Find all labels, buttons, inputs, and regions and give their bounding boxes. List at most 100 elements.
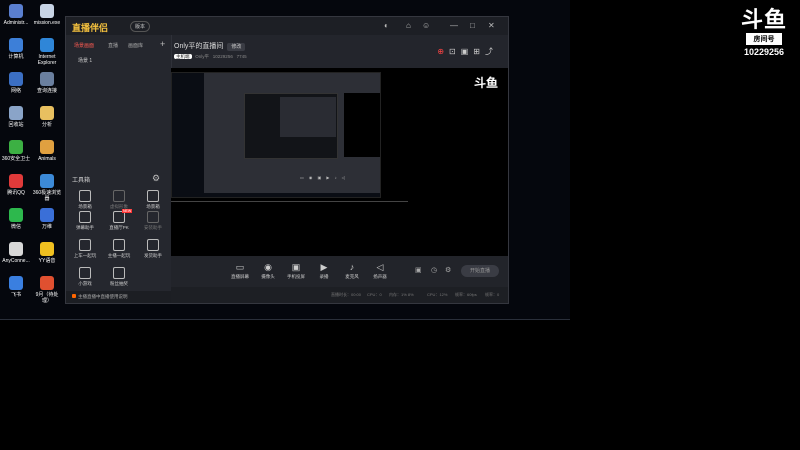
tool-item[interactable]: 主播一起玩 (102, 239, 136, 259)
desktop-icon-label: 360安全卫士 (1, 156, 31, 162)
toolbar-button[interactable]: ♪ 麦克风 (339, 262, 365, 280)
header-icons: ⊕⊡▣⊞⤴ (437, 46, 498, 57)
toolbar-button[interactable]: ◉ 摄像头 (255, 262, 281, 280)
desktop-icon[interactable]: 9月（待处理） (32, 276, 62, 304)
edit-title-button[interactable]: 修改 (227, 43, 246, 51)
desktop-icon[interactable]: Administr... (1, 4, 31, 26)
app-icon (9, 140, 23, 154)
category-badge[interactable]: 主机端 (174, 54, 192, 59)
desktop-icon-label: 查询连接 (36, 88, 57, 94)
toolbar-label: 麦克风 (345, 274, 359, 279)
tool-label: 直播厅PK (109, 225, 129, 230)
add-scene-button[interactable]: + (160, 39, 165, 49)
tool-icon (113, 190, 125, 202)
desktop-icon[interactable]: 回收站 (1, 106, 31, 128)
theme-icon[interactable]: ◐ (384, 21, 389, 31)
app-icon (40, 4, 54, 18)
tool-icon (79, 267, 91, 279)
status-duration: 直播时长：00:00 (331, 292, 362, 297)
app-icon (40, 208, 54, 222)
desktop-icon-label: YY语音 (38, 258, 56, 264)
app-icon (40, 140, 54, 154)
start-live-button[interactable]: 开始直播 (461, 265, 499, 277)
room-number: 10229256 (743, 47, 785, 57)
tool-item[interactable]: 安装助手 (136, 211, 170, 231)
desktop-icon[interactable]: 分析 (32, 106, 62, 128)
tool-item[interactable]: 粉丝抽奖 (102, 267, 136, 287)
notice-text: 主播直播中直播使用说明 (78, 294, 128, 299)
desktop-icon-label: AnyConne... (2, 258, 30, 264)
scene-item[interactable]: 场景 1 (78, 57, 92, 64)
user-icon[interactable]: ☺ (422, 21, 430, 31)
desktop-icon-label: 万维 (41, 224, 52, 230)
desktop-icon[interactable]: AnyConne... (1, 242, 31, 264)
toolbar-button[interactable]: ▭ 直播屏幕 (227, 262, 253, 280)
status-cpu: CPU：0 (367, 292, 382, 297)
settings-icon[interactable]: ⚙ (445, 266, 451, 274)
tool-icon (79, 211, 91, 223)
app-icon (40, 174, 54, 188)
status-fps: 帧率：60fps (455, 292, 477, 297)
desktop-icon-label: 360极速浏览器 (32, 190, 62, 202)
version-tag[interactable]: 版本 (130, 21, 151, 32)
app-brand: 直播伴侣 (72, 23, 109, 33)
home-icon[interactable]: ⌂ (406, 21, 411, 31)
desktop-icon-label: 计算机 (8, 54, 24, 60)
camera-toggle-icon[interactable]: ▣ (415, 266, 422, 274)
maximize-button[interactable]: □ (470, 21, 475, 31)
desktop-icon[interactable]: 360安全卫士 (1, 140, 31, 162)
status-bar: 直播时长：00:00 CPU：0 内存：1% 8% CPU：12% 帧率：60f… (171, 287, 508, 303)
desktop-icon-label: mission.exe (33, 20, 61, 26)
desktop-icon[interactable]: 网络 (1, 72, 31, 94)
tool-item[interactable]: 小游戏 (68, 267, 102, 287)
stream-preview[interactable]: 斗鱼 ▭ ◉ ▣ ▶ ♪ ◁ (171, 68, 508, 256)
toolbar-button[interactable]: ◁ 扬声器 (367, 262, 393, 280)
desktop-icon[interactable]: 360极速浏览器 (32, 174, 62, 202)
tool-item[interactable]: NEW 直播厅PK (102, 209, 136, 231)
toolbar-label: 手机投屏 (287, 274, 305, 279)
tool-icon (147, 239, 159, 251)
desktop-icon[interactable]: Internet Explorer (32, 38, 62, 66)
tool-item[interactable]: 虚拟形象 (102, 190, 136, 210)
tab-library[interactable]: 画面库 (128, 42, 143, 49)
desktop-icon[interactable]: YY语音 (32, 242, 62, 264)
timer-icon[interactable]: ◷ (431, 266, 437, 274)
desktop-icon[interactable]: 万维 (32, 208, 62, 230)
toolbar-button[interactable]: ▣ 手机投屏 (283, 262, 309, 280)
gear-icon[interactable]: ⚙ (152, 173, 160, 184)
minimize-button[interactable]: — (450, 21, 458, 31)
grid-icon[interactable]: ⊞ (473, 47, 485, 56)
desktop-icon[interactable]: 腾讯QQ (1, 174, 31, 196)
tool-icon (147, 190, 159, 202)
tool-label: 粉丝抽奖 (110, 281, 128, 286)
desktop-icon[interactable]: 查询连接 (32, 72, 62, 94)
app-icon (9, 4, 23, 18)
share-icon[interactable]: ⤴ (485, 47, 498, 56)
desktop-icon[interactable]: 飞书 (1, 276, 31, 298)
tool-item[interactable]: 发货助手 (136, 239, 170, 259)
logo-sub: 房间号 (746, 33, 782, 45)
desktop-icon[interactable]: Animals (32, 140, 62, 162)
tool-label: 安装助手 (144, 225, 162, 230)
tool-item[interactable]: 弹幕助手 (68, 211, 102, 231)
status-cpu2: CPU：12% (427, 292, 448, 297)
notice-bar[interactable]: 主播直播中直播使用说明 (66, 291, 171, 303)
tool-label: 场景箱 (146, 204, 160, 209)
tool-item[interactable]: 上车一起玩 (68, 239, 102, 259)
desktop-icon[interactable]: 微信 (1, 208, 31, 230)
tool-item[interactable]: 场景箱 (68, 190, 102, 210)
tab-scene[interactable]: 场景画面 (74, 42, 94, 49)
title-bar: 直播伴侣 版本 ◐ ⌂ ☺ — □ ✕ (66, 17, 508, 35)
record-icon[interactable]: ⊕ (437, 47, 449, 56)
toolbar-icon: ▭ (235, 262, 245, 272)
desktop-icon[interactable]: 计算机 (1, 38, 31, 60)
close-button[interactable]: ✕ (488, 21, 495, 31)
screen-icon[interactable]: ⊡ (449, 47, 461, 56)
tool-icon (79, 190, 91, 202)
desktop-icon[interactable]: mission.exe (32, 4, 62, 26)
layout-icon[interactable]: ▣ (461, 47, 474, 56)
tool-item[interactable]: 场景箱 (136, 190, 170, 210)
toolbar-button[interactable]: ▶ 录播 (311, 262, 337, 280)
tool-icon (79, 239, 91, 251)
tab-live[interactable]: 直播 (108, 42, 118, 49)
